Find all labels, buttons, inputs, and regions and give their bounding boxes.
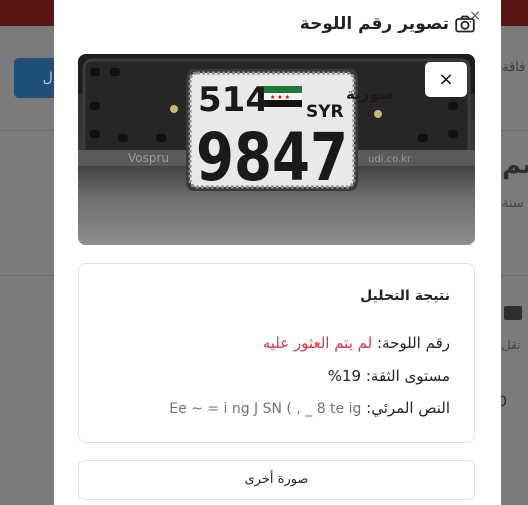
plate-photo: Vospru udi.co.kr ★ ★ ★ 514 سورية SYR 984… [78, 54, 475, 245]
plate-photo-image: Vospru udi.co.kr ★ ★ ★ 514 سورية SYR 984… [78, 54, 475, 245]
background-text: ستة [502, 196, 524, 211]
ocr-text-value: Ee ~ = i ng J SN ( , _ 8 te ig [169, 401, 362, 417]
modal-title-text: تصوير رقم اللوحة [299, 14, 449, 34]
ocr-text-label: النص المرئي: [366, 399, 450, 417]
background-heading: سم [502, 150, 528, 180]
plate-top-number: 514 [198, 80, 269, 120]
svg-text:★ ★ ★: ★ ★ ★ [270, 94, 290, 101]
plate-capture-modal: تصوير رقم اللوحة × Vospru udi.co.kr ★ ★ … [54, 0, 501, 505]
modal-title: تصوير رقم اللوحة [300, 14, 475, 34]
frame-text-right: udi.co.kr [368, 154, 412, 165]
confidence-value: 19% [327, 367, 362, 385]
frame-text-left: Vospru [128, 151, 169, 165]
plate-country-arabic: سورية [346, 85, 394, 103]
plate-number-row: رقم اللوحة: لم يتم العثور عليه [263, 334, 450, 352]
confidence-label: مستوى الثقة: [365, 367, 450, 385]
confidence-row: مستوى الثقة: 19% [328, 367, 450, 385]
analysis-result-card: نتيجة التحليل رقم اللوحة: لم يتم العثور … [78, 263, 475, 443]
result-heading: نتيجة التحليل [360, 288, 450, 304]
modal-header: تصوير رقم اللوحة × [54, 0, 501, 54]
photo-close-button[interactable]: × [425, 62, 467, 97]
background-text: 0 [498, 394, 507, 410]
plate-number-value: لم يتم العثور عليه [262, 334, 373, 352]
background-text: نقل [502, 338, 521, 352]
modal-close-button[interactable]: × [468, 9, 482, 23]
another-photo-button[interactable]: صورة أخرى [78, 460, 475, 500]
ocr-text-row: النص المرئي: Ee ~ = i ng J SN ( , _ 8 te… [169, 399, 450, 417]
background-camera-icon [504, 306, 522, 320]
plate-main-number: 9847 [196, 119, 348, 196]
plate-number-label: رقم اللوحة: [377, 334, 450, 352]
background-text: فاقة [502, 60, 526, 75]
